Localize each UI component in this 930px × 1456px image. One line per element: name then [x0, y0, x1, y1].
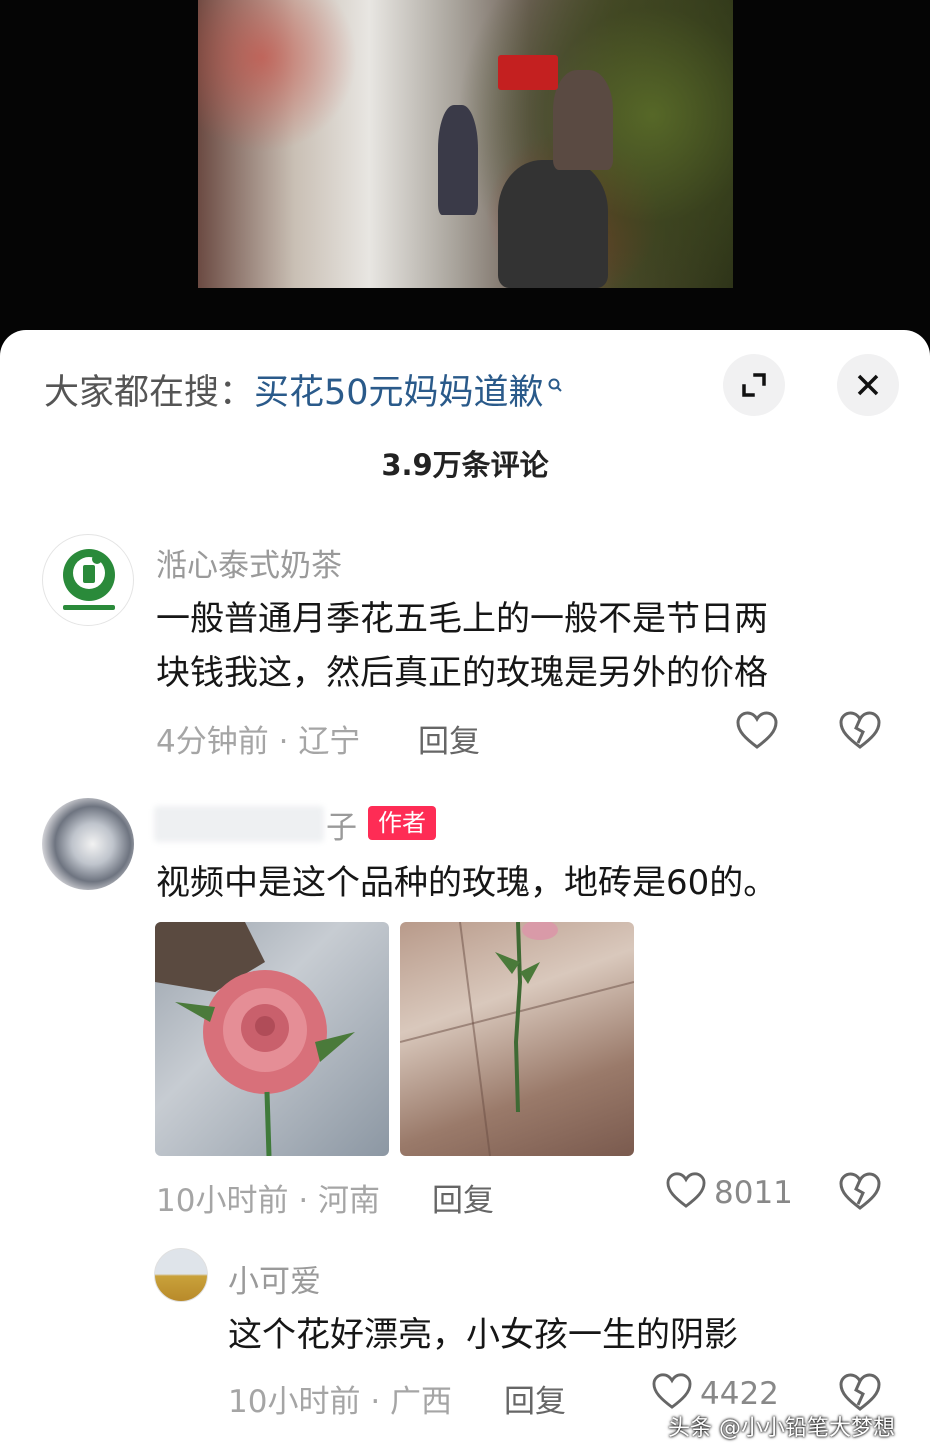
reply-button[interactable]: 回复 [432, 1175, 494, 1220]
comment-time: 4分钟前 · 辽宁 [156, 716, 360, 761]
search-suggestion[interactable]: 大家都在搜： 买花50元妈妈道歉 [44, 364, 562, 414]
comment-text: 视频中是这个品种的玫瑰，地砖是60的。 [156, 863, 778, 903]
watermark: 头条 @小小铅笔大梦想 [668, 1416, 895, 1441]
commenter-name-fragment[interactable]: 子 [326, 802, 357, 847]
comment-time: 10小时前 · 广西 [228, 1376, 452, 1421]
author-badge: 作者 [368, 806, 436, 840]
comment-text-line: 块钱我这，然后真正的玫瑰是另外的价格 [156, 653, 768, 693]
comment-count: 3.9万条评论 [381, 448, 549, 482]
comment-sheet: 大家都在搜： 买花50元妈妈道歉 3.9万条评论 湉心泰式奶茶 一般普通月季花五… [0, 330, 930, 1456]
time-label: 10小时前 [228, 1384, 361, 1420]
brand-logo-icon [63, 549, 115, 610]
avatar[interactable] [154, 1248, 208, 1302]
expand-button[interactable] [723, 354, 785, 416]
search-icon[interactable] [548, 368, 562, 392]
reply-button[interactable]: 回复 [418, 716, 480, 761]
search-prefix: 大家都在搜： [44, 372, 255, 413]
location-label: 广西 [390, 1384, 453, 1420]
reply-button[interactable]: 回复 [504, 1376, 566, 1421]
comment-image-floor[interactable] [400, 922, 634, 1156]
comment-image-rose[interactable] [155, 922, 389, 1156]
like-count: 8011 [714, 1175, 793, 1211]
broken-heart-icon[interactable] [838, 710, 882, 754]
comment-text-line: 一般普通月季花五毛上的一般不是节日两 [156, 599, 768, 639]
comment-time: 10小时前 · 河南 [156, 1175, 380, 1220]
commenter-name[interactable]: 小可爱 [228, 1256, 321, 1301]
redacted-name [154, 806, 324, 842]
commenter-name[interactable]: 湉心泰式奶茶 [156, 540, 342, 585]
expand-icon [742, 373, 766, 397]
avatar[interactable] [42, 534, 134, 626]
video-player[interactable] [0, 0, 930, 340]
location-label: 辽宁 [298, 724, 361, 760]
time-label: 4分钟前 [156, 724, 269, 760]
close-button[interactable] [837, 354, 899, 416]
heart-icon[interactable] [735, 710, 779, 754]
time-label: 10小时前 [156, 1183, 289, 1219]
heart-icon[interactable] [665, 1171, 707, 1213]
comment-text: 这个花好漂亮，小女孩一生的阴影 [228, 1315, 738, 1355]
like-count: 4422 [700, 1376, 779, 1412]
search-term-link[interactable]: 买花50元妈妈道歉 [254, 364, 544, 415]
separator: · [298, 1183, 319, 1219]
separator: · [278, 724, 299, 760]
heart-icon[interactable] [651, 1372, 693, 1414]
separator: · [370, 1384, 391, 1420]
broken-heart-icon[interactable] [838, 1171, 882, 1215]
location-label: 河南 [318, 1183, 381, 1219]
video-frame[interactable] [198, 0, 733, 288]
avatar[interactable] [42, 798, 134, 890]
close-icon [857, 374, 879, 396]
